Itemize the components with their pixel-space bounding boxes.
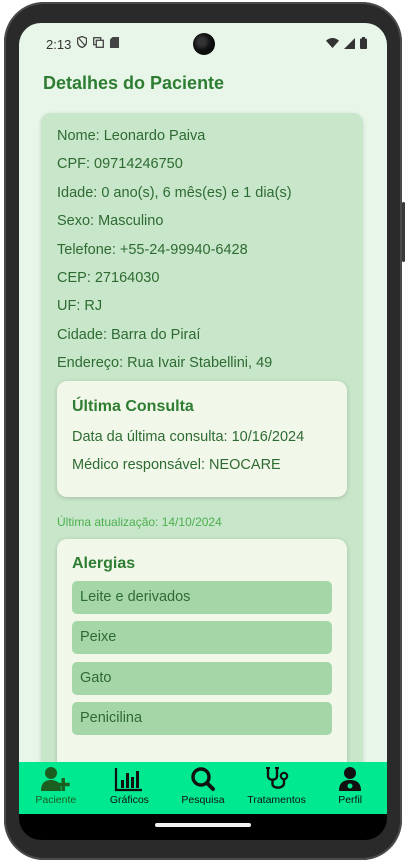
app-screen: 2:13 Detalhes do Paciente Nome: Leonardo… (19, 23, 387, 814)
nav-label-tratamentos: Tratamentos (247, 794, 306, 806)
allergy-item: Leite e derivados (72, 580, 332, 614)
nav-item-perfil[interactable]: Perfil (313, 762, 387, 814)
sd-card-icon (110, 36, 119, 48)
last-consult-card: Última Consulta Data da última consulta:… (57, 381, 347, 497)
patient-city: Cidade: Barra do Piraí (57, 326, 201, 343)
page-title: Detalhes do Paciente (43, 73, 225, 93)
screen-copy-icon (93, 36, 104, 48)
bottom-navigation: Paciente Gráficos Pesquisa Tratamentos P… (19, 762, 387, 814)
battery-icon (360, 37, 367, 49)
last-consult-date: Data da última consulta: 10/16/2024 (72, 429, 305, 445)
shield-icon (77, 36, 87, 48)
nav-label-perfil: Perfil (338, 794, 363, 806)
bar-chart-icon (114, 766, 144, 792)
nav-item-paciente[interactable]: Paciente (19, 762, 93, 814)
allergy-item: Penicilina (72, 702, 332, 735)
user-plus-icon (40, 766, 71, 792)
nav-item-graficos[interactable]: Gráficos (93, 762, 167, 814)
patient-address: Endereço: Rua Ivair Stabellini, 49 (57, 355, 273, 372)
home-indicator[interactable] (155, 823, 251, 827)
doctor-icon (335, 766, 365, 792)
patient-name: Nome: Leonardo Paiva (57, 128, 206, 144)
stethoscope-icon (262, 766, 292, 792)
allergy-item: Peixe (72, 621, 332, 654)
nav-item-tratamentos[interactable]: Tratamentos (240, 762, 314, 814)
patient-cep: CEP: 27164030 (57, 269, 160, 286)
patient-details-card: Nome: Leonardo Paiva CPF: 09714246750 Id… (41, 113, 363, 813)
last-consult-doctor: Médico responsável: NEOCARE (72, 457, 281, 473)
status-icons-left (77, 36, 119, 48)
allergies-card: Alergias Leite e derivados Peixe Gato Pe… (57, 539, 347, 779)
status-time: 2:13 (46, 37, 72, 52)
signal-icon (344, 37, 355, 49)
patient-cpf: CPF: 09714246750 (57, 156, 183, 173)
status-icons-right (326, 37, 367, 49)
allergy-item: Gato (72, 661, 332, 695)
patient-age: Idade: 0 ano(s), 6 mês(es) e 1 dia(s) (57, 184, 292, 201)
wifi-icon (326, 38, 339, 48)
patient-phone: Telefone: +55-24-99940-6428 (57, 241, 248, 258)
search-icon (188, 766, 218, 792)
patient-uf: UF: RJ (57, 298, 103, 315)
front-camera (193, 33, 215, 55)
allergies-heading: Alergias (72, 555, 136, 572)
nav-label-graficos: Gráficos (109, 794, 149, 806)
nav-label-pesquisa: Pesquisa (181, 794, 225, 806)
patient-sex: Sexo: Masculino (57, 213, 164, 230)
last-updated-text: Última atualização: 14/10/2024 (57, 515, 222, 529)
last-consult-heading: Última Consulta (72, 398, 194, 415)
nav-item-pesquisa[interactable]: Pesquisa (166, 762, 240, 814)
status-bar: 2:13 (19, 23, 387, 65)
bottom-bezel (19, 814, 387, 840)
nav-label-paciente: Paciente (35, 794, 77, 806)
